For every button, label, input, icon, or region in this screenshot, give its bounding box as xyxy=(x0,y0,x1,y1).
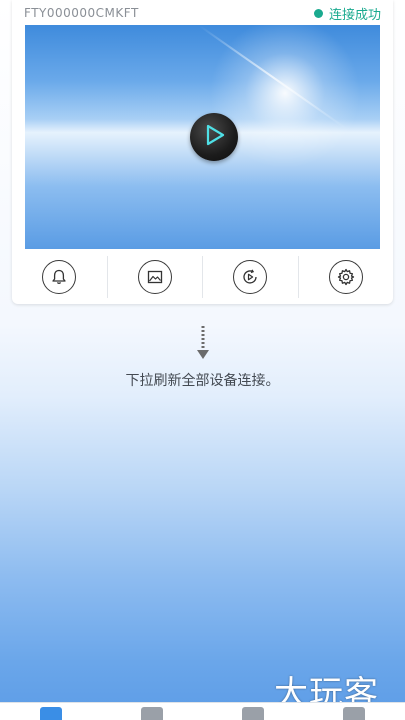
play-icon xyxy=(202,123,226,151)
album-button[interactable] xyxy=(108,256,203,298)
connection-status: 连接成功 xyxy=(313,4,381,23)
bell-icon xyxy=(42,260,77,294)
status-text: 连接成功 xyxy=(328,7,381,23)
camera-tab-icon[interactable] xyxy=(39,707,62,720)
film-tab-icon[interactable] xyxy=(242,707,265,720)
action-bar xyxy=(12,256,393,298)
pull-refresh-text: 下拉刷新全部设备连接。 xyxy=(125,373,280,389)
camera-card: FTY000000CMKFT 连接成功 xyxy=(12,0,393,304)
device-id: FTY000000CMKFT xyxy=(24,6,139,20)
status-dot xyxy=(313,8,323,18)
image-tab-icon[interactable] xyxy=(140,707,163,720)
profile-tab-icon[interactable] xyxy=(343,707,366,720)
playback-button[interactable] xyxy=(203,256,299,298)
alarm-button[interactable] xyxy=(12,256,108,298)
replay-icon xyxy=(233,260,268,294)
bottom-tab-bar xyxy=(0,702,405,720)
arrow-down-icon xyxy=(196,326,210,364)
play-button[interactable] xyxy=(190,113,238,161)
gear-icon xyxy=(328,260,363,294)
pull-to-refresh-hint: 下拉刷新全部设备连接。 xyxy=(0,326,405,390)
picture-icon xyxy=(137,260,172,294)
video-preview[interactable] xyxy=(25,25,380,249)
card-header: FTY000000CMKFT 连接成功 xyxy=(24,0,381,26)
settings-button[interactable] xyxy=(299,256,394,298)
